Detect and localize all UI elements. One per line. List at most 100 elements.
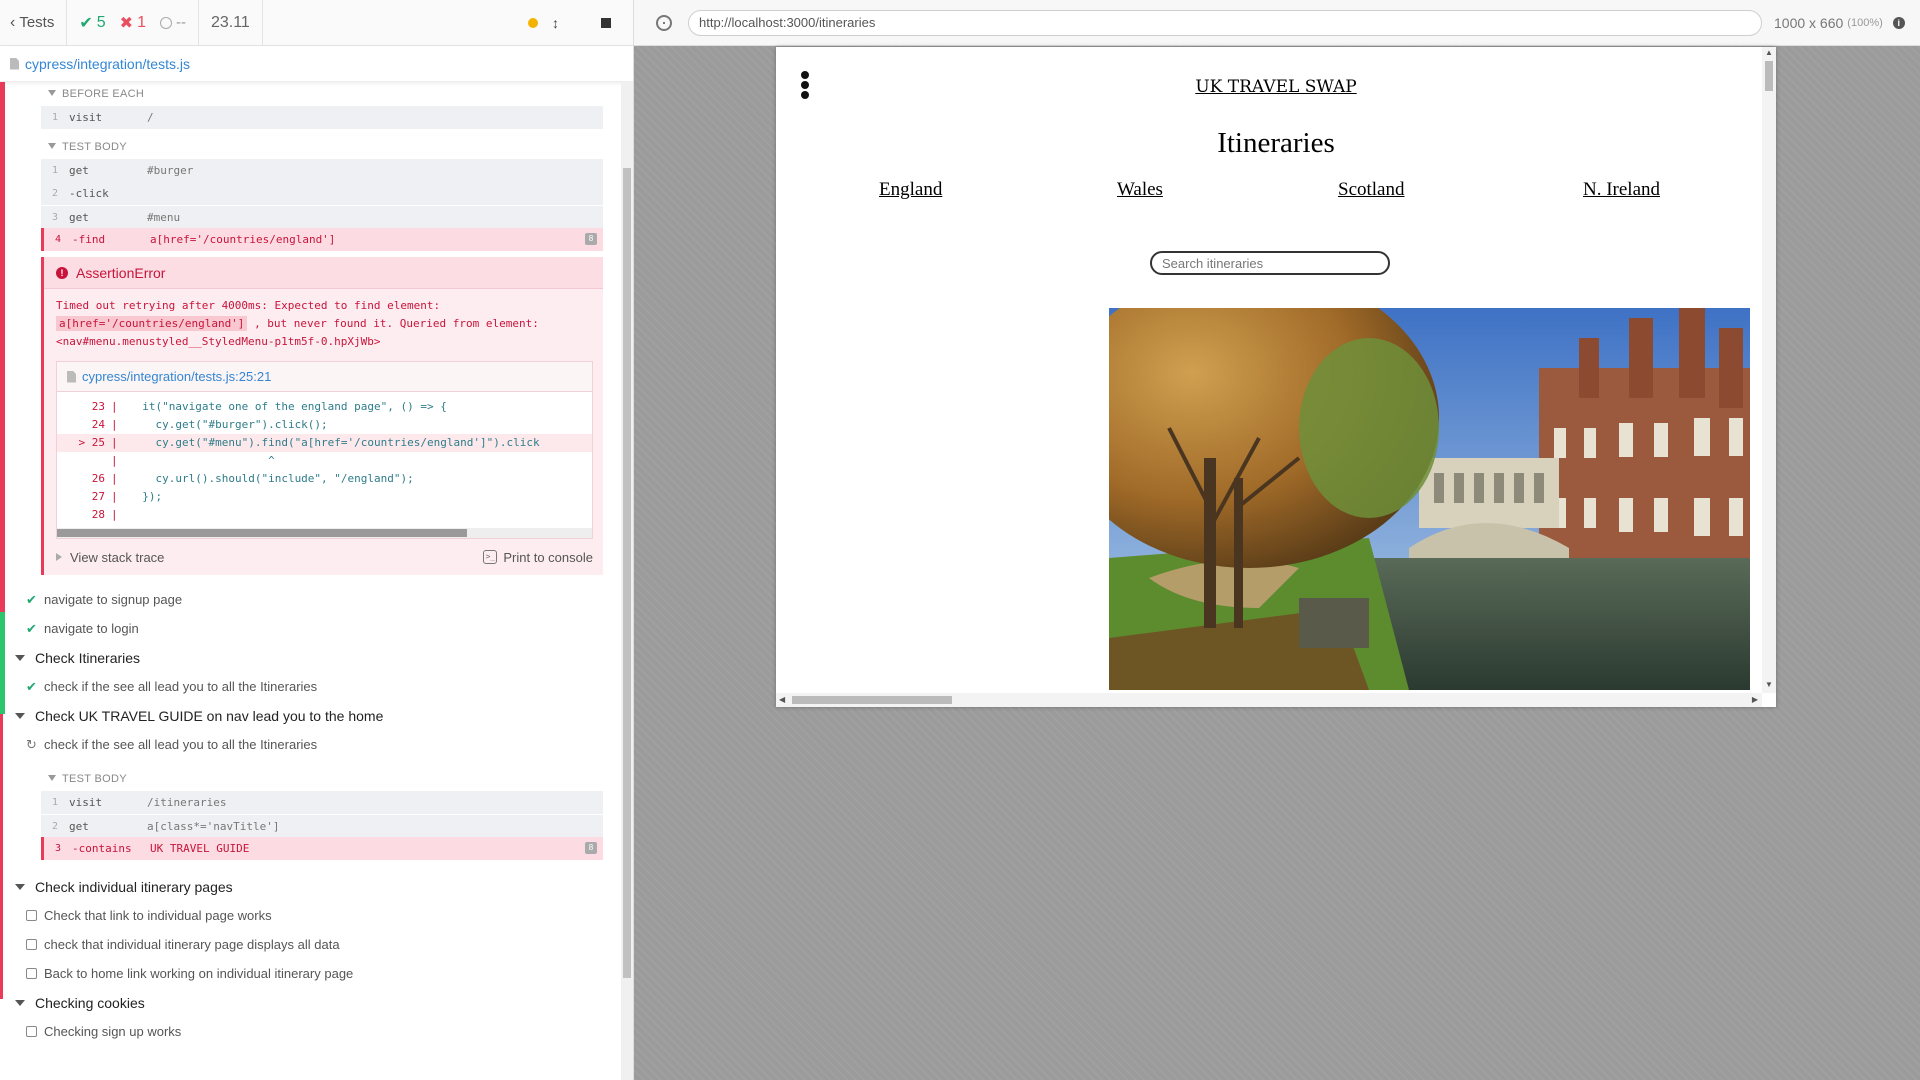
circle-icon [159, 16, 172, 29]
suite-checking-cookies[interactable]: Checking cookies [0, 988, 622, 1017]
status-dot-icon [528, 17, 538, 28]
selector-playground-icon[interactable] [656, 14, 672, 31]
command-row-failed[interactable]: 3 -contains UK TRAVEL GUIDE 8 [41, 837, 603, 860]
country-link-wales[interactable]: Wales [1117, 179, 1163, 201]
test-item-pending[interactable]: Check that link to individual page works [0, 901, 622, 930]
command-row-failed[interactable]: 4 -find a[href='/countries/england'] 8 [41, 228, 603, 251]
refresh-icon: ↻ [26, 736, 37, 752]
code-line: 28 | [91, 508, 118, 521]
pending-icon [26, 1026, 37, 1037]
code-location-link[interactable]: cypress/integration/tests.js:25:21 [82, 369, 271, 384]
pending-icon [26, 910, 37, 921]
scrollbar-thumb[interactable] [1765, 61, 1773, 91]
code-line: 24 | cy.get("#burger").click(); [91, 418, 328, 431]
collapse-icon [15, 883, 25, 890]
collapse-icon [15, 999, 25, 1006]
test-item-running[interactable]: ↻ check if the see all lead you to all t… [0, 730, 622, 759]
pending-icon [26, 939, 37, 950]
viewport-info[interactable]: 1000 x 660 (100%) i [1774, 15, 1905, 31]
collapse-icon [48, 775, 56, 781]
stop-icon[interactable] [601, 17, 611, 28]
test-reporter: ‹ Tests ✔ 5 ✖ 1 -- 23.11 ↕ cypress/integ… [0, 0, 634, 1080]
scrollbar-thumb[interactable] [792, 696, 952, 704]
test-item[interactable]: ✔ navigate to login [0, 614, 622, 643]
passed-number: 5 [96, 13, 106, 31]
url-field[interactable]: http://localhost:3000/itineraries [688, 9, 1762, 36]
code-frame-body: 23 | it("navigate one of the england pag… [57, 392, 592, 528]
country-link-england[interactable]: England [879, 179, 942, 201]
test-item-pending[interactable]: check that individual itinerary page dis… [0, 930, 622, 959]
failed-test-indicator [0, 82, 5, 612]
test-item[interactable]: ✔ navigate to signup page [0, 585, 622, 614]
command-row[interactable]: 2 get a[class*='navTitle'] [41, 814, 603, 837]
command-row[interactable]: 1 get #burger [41, 159, 603, 182]
country-link-scotland[interactable]: Scotland [1338, 179, 1405, 201]
command-row[interactable]: 1 visit / [41, 106, 603, 129]
collapse-icon [15, 654, 25, 661]
before-each-title[interactable]: BEFORE EACH [0, 82, 622, 106]
page-title: Itineraries [1217, 127, 1335, 159]
check-icon: ✔ [26, 678, 37, 694]
check-icon: ✔ [26, 620, 37, 636]
code-frame-scrollbar[interactable] [57, 528, 592, 538]
element-count-badge: 8 [585, 842, 597, 854]
command-row[interactable]: 1 visit /itineraries [41, 791, 603, 814]
pending-icon [26, 968, 37, 979]
code-frame-header[interactable]: cypress/integration/tests.js:25:21 [57, 362, 592, 392]
url-bar: http://localhost:3000/itineraries 1000 x… [634, 0, 1920, 46]
view-stack-trace-toggle[interactable]: View stack trace [56, 550, 164, 565]
country-link-nireland[interactable]: N. Ireland [1583, 179, 1660, 201]
scroll-left-icon[interactable]: ◀ [779, 696, 785, 704]
suite-individual-pages[interactable]: Check individual itinerary pages [0, 872, 622, 901]
code-line: | ^ [111, 454, 275, 467]
site-title-link[interactable]: UK TRAVEL SWAP [776, 77, 1776, 97]
check-icon: ✔ [79, 14, 93, 32]
test-body-title[interactable]: TEST BODY [0, 767, 622, 791]
test-body-title[interactable]: TEST BODY [0, 135, 622, 159]
command-row[interactable]: 3 get #menu [41, 205, 603, 228]
aut-horizontal-scrollbar[interactable]: ◀ ▶ [776, 693, 1762, 707]
code-frame: cypress/integration/tests.js:25:21 23 | … [56, 361, 593, 539]
viewport-size: 1000 x 660 [1774, 14, 1844, 31]
test-item-pending[interactable]: Checking sign up works [0, 1017, 622, 1046]
suite-check-itineraries[interactable]: Check Itineraries [0, 643, 622, 672]
suite-check-nav[interactable]: Check UK TRAVEL GUIDE on nav lead you to… [0, 701, 622, 730]
scroll-down-icon[interactable]: ▼ [1765, 681, 1773, 689]
error-panel: ! AssertionError Timed out retrying afte… [41, 257, 603, 575]
file-icon [67, 370, 76, 383]
failed-count: ✖ 1 [120, 13, 146, 33]
collapse-icon [48, 143, 56, 149]
info-icon[interactable]: i [1892, 16, 1905, 29]
collapse-icon [15, 712, 25, 719]
collapse-icon [48, 90, 56, 96]
auto-scroll-icon[interactable]: ↕ [552, 15, 559, 31]
command-row[interactable]: 2 -click [41, 182, 603, 205]
test-body-commands: 1 visit /itineraries 2 get a[class*='nav… [41, 791, 603, 860]
code-line: 23 | it("navigate one of the england pag… [91, 400, 447, 413]
scroll-up-icon[interactable]: ▲ [1765, 49, 1773, 57]
file-icon [10, 57, 19, 70]
test-item[interactable]: ✔ check if the see all lead you to all t… [0, 672, 622, 701]
caret-right-icon [56, 553, 62, 561]
scrollbar-thumb[interactable] [623, 168, 631, 978]
before-each-commands: 1 visit / [41, 106, 603, 129]
pending-number: -- [175, 14, 186, 31]
passed-count: ✔ 5 [79, 13, 105, 33]
spec-file-link[interactable]: cypress/integration/tests.js [25, 56, 190, 72]
test-item-pending[interactable]: Back to home link working on individual … [0, 959, 622, 988]
tests-button[interactable]: ‹ Tests [0, 0, 68, 45]
spec-file-bar: cypress/integration/tests.js [0, 46, 633, 82]
duration: 23.11 [199, 0, 263, 45]
reporter-scrollbar[interactable] [621, 82, 633, 1080]
aut-vertical-scrollbar[interactable]: ▲ ▼ [1762, 47, 1776, 693]
check-icon: ✔ [26, 591, 37, 607]
scroll-right-icon[interactable]: ▶ [1752, 696, 1758, 704]
tests-label: Tests [19, 14, 55, 31]
print-to-console-button[interactable]: >_ Print to console [483, 550, 593, 565]
search-input[interactable]: Search itineraries [1150, 251, 1390, 275]
code-line: > 25 | cy.get("#menu").find("a[href='/co… [57, 434, 592, 452]
element-count-badge: 8 [585, 233, 597, 245]
zoom-level: (100%) [1847, 16, 1883, 29]
chevron-left-icon: ‹ [10, 13, 16, 31]
error-icon: ! [56, 266, 68, 279]
